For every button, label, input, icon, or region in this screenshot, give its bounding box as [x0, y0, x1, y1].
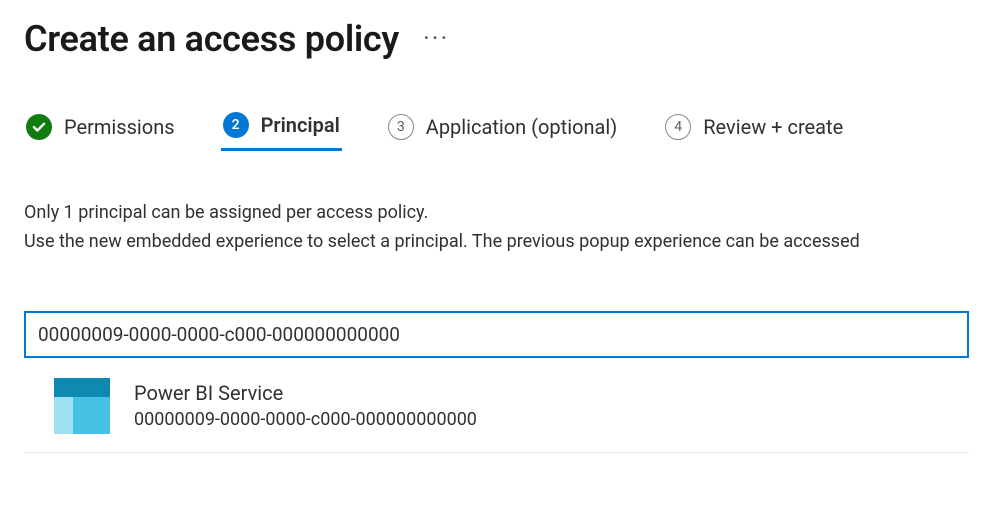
- step-4-badge: 4: [665, 114, 691, 140]
- tab-principal-label: Principal: [261, 113, 340, 137]
- step-2-badge: 2: [223, 112, 249, 138]
- description-line-1: Only 1 principal can be assigned per acc…: [24, 199, 969, 228]
- principal-search-input[interactable]: [24, 311, 969, 358]
- step-3-badge: 3: [388, 114, 414, 140]
- page-title: Create an access policy: [24, 18, 399, 60]
- tab-review[interactable]: 4 Review + create: [663, 108, 845, 151]
- check-circle-icon: [26, 114, 52, 140]
- search-result-item[interactable]: Power BI Service 00000009-0000-0000-c000…: [24, 358, 969, 453]
- tab-principal[interactable]: 2 Principal: [221, 108, 342, 151]
- powerbi-service-icon: [54, 378, 110, 434]
- tab-review-label: Review + create: [703, 115, 843, 139]
- tab-application[interactable]: 3 Application (optional): [386, 108, 619, 151]
- tab-permissions-label: Permissions: [64, 115, 175, 139]
- tab-application-label: Application (optional): [426, 115, 617, 139]
- search-result-name: Power BI Service: [134, 381, 477, 405]
- wizard-tabs: Permissions 2 Principal 3 Application (o…: [24, 108, 969, 151]
- description-line-2: Use the new embedded experience to selec…: [24, 228, 969, 257]
- tab-permissions[interactable]: Permissions: [24, 108, 177, 151]
- more-actions-icon[interactable]: ···: [423, 26, 449, 52]
- page-header: Create an access policy ···: [24, 18, 969, 60]
- principal-description: Only 1 principal can be assigned per acc…: [24, 199, 969, 257]
- search-result-id: 00000009-0000-0000-c000-000000000000: [134, 409, 477, 430]
- search-result-text: Power BI Service 00000009-0000-0000-c000…: [134, 381, 477, 430]
